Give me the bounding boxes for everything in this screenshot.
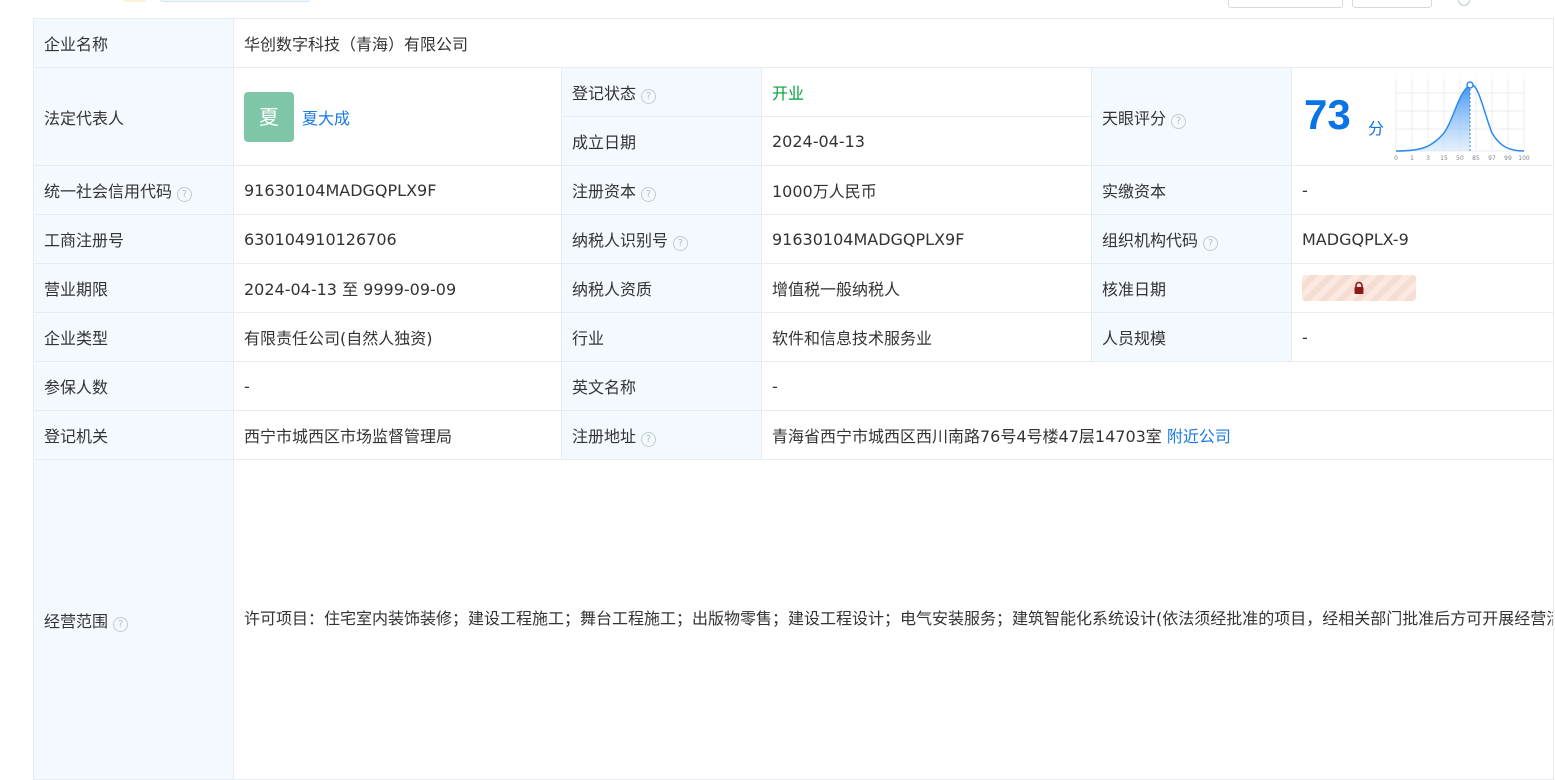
legal-rep-name[interactable]: 夏大成 (302, 109, 350, 128)
staff-label: 人员规模 (1091, 312, 1292, 362)
help-icon[interactable] (1458, 0, 1470, 6)
taxpayer-qual: 增值税一般纳税人 (761, 263, 1092, 313)
authority-label: 登记机关 (33, 410, 234, 460)
question-circle-icon[interactable]: ? (641, 432, 657, 447)
row-authority: 登记机关 西宁市城西区市场监督管理局 注册地址? 青海省西宁市城西区西川南路76… (33, 410, 1555, 460)
question-circle-icon[interactable]: ? (1171, 113, 1187, 129)
company-name-label: 企业名称 (33, 18, 234, 68)
top-tag-blue (160, 0, 310, 2)
credit-code-label-cell: 统一社会信用代码? (33, 165, 234, 215)
industry: 软件和信息技术服务业 (761, 312, 1092, 362)
type: 有限责任公司(自然人独资) (233, 312, 562, 362)
row-biz-reg-no: 工商注册号 630104910126706 纳税人识别号? 91630104MA… (33, 214, 1555, 264)
question-circle-icon[interactable]: ? (641, 89, 657, 104)
insured: - (233, 361, 562, 411)
address: 青海省西宁市城西区西川南路76号4号楼47层14703室 (772, 427, 1162, 446)
axis-tick: 1 (1410, 155, 1414, 162)
axis-tick: 50 (1456, 155, 1464, 162)
industry-label: 行业 (561, 312, 762, 362)
row-company-name: 企业名称 华创数字科技（青海）有限公司 (33, 18, 1555, 68)
approve-date-label: 核准日期 (1091, 263, 1292, 313)
staff: - (1290, 312, 1555, 362)
locked-value-button[interactable] (1302, 275, 1416, 301)
reg-status-label-cell: 登记状态? (561, 67, 762, 117)
status-badge: 开业 (772, 84, 805, 103)
question-circle-icon[interactable]: ? (177, 187, 193, 202)
type-label: 企业类型 (33, 312, 234, 362)
paid-capital-label: 实缴资本 (1091, 165, 1292, 215)
address-label: 注册地址 (572, 427, 637, 446)
axis-tick: 100 (1518, 155, 1530, 162)
axis-tick: 85 (1472, 155, 1480, 162)
org-code-label: 组织机构代码 (1102, 231, 1199, 250)
reg-status-cell: 开业 (761, 67, 1092, 117)
taxpayer-id-label: 纳税人识别号 (572, 231, 669, 250)
row-scope: 经营范围? 许可项目：住宅室内装饰装修；建设工程施工；舞台工程施工；出版物零售；… (33, 459, 1555, 780)
address-label-cell: 注册地址? (561, 410, 762, 460)
company-name: 华创数字科技（青海）有限公司 (232, 18, 1555, 68)
credit-code: 91630104MADGQPLX9F (233, 165, 562, 215)
insured-label: 参保人数 (33, 361, 234, 411)
top-tag (124, 0, 146, 2)
approve-date-cell (1290, 263, 1555, 313)
taxpayer-id: 91630104MADGQPLX9F (761, 214, 1092, 264)
score-value: 73 (1304, 90, 1351, 138)
axis-tick: 99 (1504, 155, 1512, 162)
score-distribution-chart: 0 1 3 15 50 85 97 99 100 (1394, 78, 1530, 162)
row-type: 企业类型 有限责任公司(自然人独资) 行业 软件和信息技术服务业 人员规模 - (33, 312, 1555, 362)
english-name: - (760, 361, 1555, 411)
score-marker (1466, 80, 1474, 89)
english-name-label: 英文名称 (561, 361, 762, 411)
question-circle-icon[interactable]: ? (673, 236, 689, 251)
row-legal-rep: 法定代表人 夏夏大成 登记状态? 开业 天眼评分? 73 分 0 1 3 15 … (33, 67, 1555, 166)
legal-rep-label: 法定代表人 (33, 67, 234, 166)
credit-code-label: 统一社会信用代码 (44, 182, 173, 201)
tianyan-label: 天眼评分 (1102, 108, 1167, 128)
question-circle-icon[interactable]: ? (1203, 236, 1219, 251)
tianyan-label-cell: 天眼评分? (1091, 67, 1292, 166)
top-toolbar (0, 0, 1555, 18)
top-action-button-2[interactable] (1352, 0, 1432, 8)
score-widget[interactable]: 73 分 0 1 3 15 50 85 97 99 100 (1293, 69, 1553, 165)
authority: 西宁市城西区市场监督管理局 (233, 410, 562, 460)
scope-label-cell: 经营范围? (33, 459, 234, 780)
reg-capital-label-cell: 注册资本? (561, 165, 762, 215)
axis-tick: 0 (1394, 155, 1398, 162)
avatar[interactable]: 夏 (244, 91, 294, 142)
scope-label: 经营范围 (44, 611, 109, 631)
business-scope: 许可项目：住宅室内装饰装修；建设工程施工；舞台工程施工；出版物零售；建设工程设计… (232, 459, 1555, 780)
reg-status-label: 登记状态 (572, 84, 637, 103)
paid-capital: - (1290, 165, 1555, 215)
question-circle-icon[interactable]: ? (641, 187, 657, 202)
axis-tick: 97 (1488, 155, 1496, 162)
axis-tick: 15 (1440, 155, 1448, 162)
question-circle-icon[interactable]: ? (113, 616, 129, 632)
org-code: MADGQPLX-9 (1290, 214, 1555, 264)
biz-term-label: 营业期限 (33, 263, 234, 313)
lock-icon (1354, 281, 1364, 294)
row-biz-term: 营业期限 2024-04-13 至 9999-09-09 纳税人资质 增值税一般… (33, 263, 1555, 313)
top-action-button-1[interactable] (1228, 0, 1343, 8)
legal-rep-cell: 夏夏大成 (233, 67, 562, 166)
taxpayer-id-label-cell: 纳税人识别号? (561, 214, 762, 264)
address-cell: 青海省西宁市城西区西川南路76号4号楼47层14703室 附近公司 (760, 410, 1555, 460)
taxpayer-qual-label: 纳税人资质 (561, 263, 762, 313)
score-unit: 分 (1368, 118, 1385, 138)
score-cell[interactable]: 73 分 0 1 3 15 50 85 97 99 100 (1290, 67, 1555, 166)
score-axis: 0 1 3 15 50 85 97 99 100 (1394, 155, 1530, 162)
biz-reg-no: 630104910126706 (233, 214, 562, 264)
reg-capital: 1000万人民币 (761, 165, 1092, 215)
nearby-companies-link[interactable]: 附近公司 (1167, 427, 1231, 446)
row-credit-code: 统一社会信用代码? 91630104MADGQPLX9F 注册资本? 1000万… (33, 165, 1555, 215)
biz-term: 2024-04-13 至 9999-09-09 (233, 263, 562, 313)
reg-capital-label: 注册资本 (572, 182, 637, 201)
found-date-label: 成立日期 (561, 116, 762, 166)
company-info-table: 企业名称 华创数字科技（青海）有限公司 法定代表人 夏夏大成 登记状态? 开业 … (33, 18, 1555, 780)
found-date: 2024-04-13 (761, 116, 1092, 166)
org-code-label-cell: 组织机构代码? (1091, 214, 1292, 264)
axis-tick: 3 (1426, 155, 1430, 162)
biz-reg-no-label: 工商注册号 (33, 214, 234, 264)
row-insured: 参保人数 - 英文名称 - (33, 361, 1555, 411)
score-area (1396, 84, 1470, 151)
